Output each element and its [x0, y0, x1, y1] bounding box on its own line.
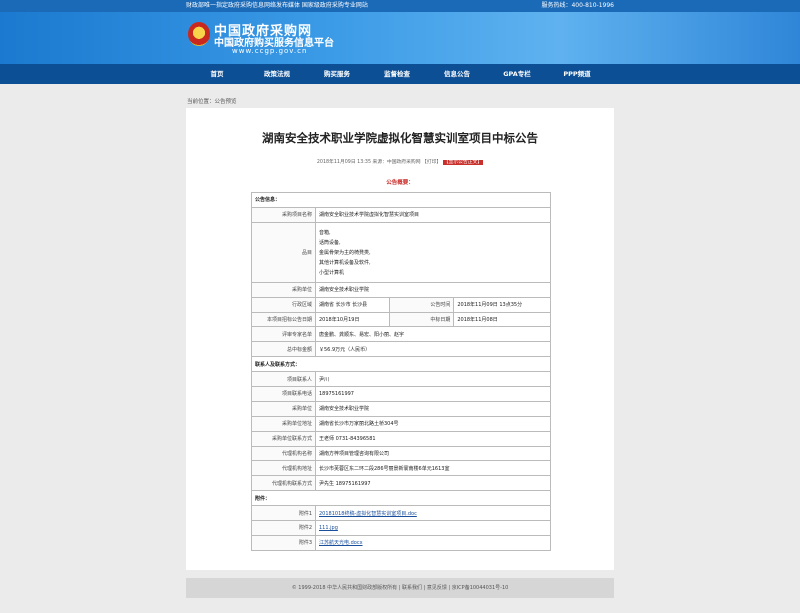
project-name-value: 湖南安全职业技术学院虚拟化智慧实训室项目 — [315, 206, 551, 223]
table-row: 采购项目名称 湖南安全职业技术学院虚拟化智慧实训室项目 — [251, 206, 551, 223]
field-label: 代理机构名称 — [251, 445, 316, 462]
award-date-value: 2018年11月08日 — [453, 311, 551, 328]
attachment-link-3[interactable]: 江苏航天光电.docx — [319, 540, 363, 546]
list-item: 话筒设备, — [319, 239, 341, 246]
nav-home[interactable]: 首页 — [187, 64, 247, 84]
field-label: 品目 — [251, 221, 316, 283]
show-full-text-button[interactable]: 【显示公告正文】 — [442, 160, 484, 165]
buyer-value: 湖南安全技术职业学院 — [315, 281, 551, 298]
attachment-link-1[interactable]: 20181018终稿-虚拟化智慧实训室项目.doc — [319, 511, 417, 517]
section-contacts: 联系人及联系方式： — [251, 356, 551, 373]
agency-addr-value: 长沙市芙蓉区东二环二段286号丽景新寰南楼6单元1613室 — [315, 460, 551, 477]
notice-meta: 2018年11月09日 13:35 来源：中国政府采购网 【打印】 【显示公告正… — [186, 158, 614, 165]
main-nav: 首页 政策法规 购买服务 监督检查 信息公告 GPA专栏 PPP频道 — [0, 64, 800, 84]
nav-supervision[interactable]: 监督检查 — [367, 64, 427, 84]
field-label: 采购项目名称 — [251, 206, 316, 223]
bid-date-value: 2018年10月19日 — [314, 311, 391, 328]
field-label: 本项目招标公告日期 — [251, 311, 316, 328]
site-banner: 中国政府采购网 中国政府购买服务信息平台 www.ccgp.gov.cn — [0, 12, 800, 64]
attachment-link-2[interactable]: 111.jpg — [319, 525, 338, 531]
field-label: 评审专家名单 — [251, 326, 316, 343]
field-label: 中标日期 — [389, 311, 455, 328]
table-row: 行政区域 湖南省 长沙市 长沙县 公告时间 2018年11月09日 13点35分 — [251, 296, 551, 313]
field-label: 总中标金额 — [251, 341, 316, 358]
nav-policies[interactable]: 政策法规 — [247, 64, 307, 84]
list-item: 音箱, — [319, 229, 331, 236]
table-row: 公告信息： — [251, 192, 551, 208]
table-row: 评审专家名单 唐金鹏、龚顺东、易宏、阳小丽、赵宇 — [251, 326, 551, 343]
table-row: 代理机构名称 湖南方梓项目管理咨询有限公司 — [251, 445, 551, 462]
table-row: 附件1 20181018终稿-虚拟化智慧实训室项目.doc — [251, 505, 551, 522]
field-label: 附件3 — [251, 534, 316, 551]
page-footer: © 1999-2018 中华人民共和国财政部版权所有 | 联系我们 | 意见反馈… — [186, 578, 614, 598]
buyer-addr-value: 湖南省长沙市万家丽北路土桥304号 — [315, 415, 551, 432]
table-row: 采购单位 湖南安全技术职业学院 — [251, 400, 551, 417]
list-item: 其他计算机设备及软件, — [319, 259, 371, 266]
table-row: 本项目招标公告日期 2018年10月19日 中标日期 2018年11月08日 — [251, 311, 551, 328]
table-row: 代理机构地址 长沙市芙蓉区东二环二段286号丽景新寰南楼6单元1613室 — [251, 460, 551, 477]
national-emblem-icon — [188, 22, 210, 46]
nav-gpa[interactable]: GPA专栏 — [487, 64, 547, 84]
table-row: 总中标金额 ￥56.9万元（人民币） — [251, 341, 551, 358]
list-item: 小型计算机 — [319, 269, 345, 276]
top-bar: 财政部唯一指定政府采购信息网络发布媒体 国家级政府采购专业网站 服务热线：400… — [0, 0, 800, 12]
nav-ppp[interactable]: PPP频道 — [547, 64, 607, 84]
experts-value: 唐金鹏、龚顺东、易宏、阳小丽、赵宇 — [315, 326, 551, 343]
breadcrumb: 当前位置：公告预览 — [187, 99, 237, 105]
table-row: 采购单位联系方式 王老师 0731-84396581 — [251, 430, 551, 447]
table-row: 品目 音箱, 话筒设备, 金属骨架为主的椅凳类, 其他计算机设备及软件, 小型计… — [251, 221, 551, 283]
field-label: 采购单位联系方式 — [251, 430, 316, 447]
field-label: 采购单位 — [251, 400, 316, 417]
field-label: 公告时间 — [389, 296, 455, 313]
section-announcement: 公告信息： — [251, 192, 551, 208]
contact-phone-value: 18975161997 — [315, 386, 551, 402]
field-label: 项目联系电话 — [251, 386, 316, 402]
service-hotline: 服务热线：400-810-1996 — [541, 2, 614, 9]
publish-time-value: 2018年11月09日 13点35分 — [453, 296, 551, 313]
table-row: 项目联系人 尹川 — [251, 371, 551, 388]
amount-value: ￥56.9万元（人民币） — [315, 341, 551, 358]
page-title: 湖南安全技术职业学院虚拟化智慧实训室项目中标公告 — [262, 131, 538, 145]
buyer2-value: 湖南安全技术职业学院 — [315, 400, 551, 417]
field-label: 代理机构地址 — [251, 460, 316, 477]
nav-announcements[interactable]: 信息公告 — [427, 64, 487, 84]
notice-meta-text: 2018年11月09日 13:35 来源：中国政府采购网 【打印】 — [316, 160, 442, 165]
table-row: 附件3 江苏航天光电.docx — [251, 534, 551, 551]
field-label: 项目联系人 — [251, 371, 316, 388]
table-row: 附件2 111.jpg — [251, 520, 551, 536]
field-label: 附件2 — [251, 520, 316, 536]
site-url: www.ccgp.gov.cn — [232, 47, 308, 55]
table-row: 附件： — [251, 490, 551, 507]
table-row: 代理机构联系方式 尹先生 18975161997 — [251, 475, 551, 492]
section-attachments: 附件： — [251, 490, 551, 507]
buyer-contact-value: 王老师 0731-84396581 — [315, 430, 551, 447]
table-row: 采购单位地址 湖南省长沙市万家丽北路土桥304号 — [251, 415, 551, 432]
overview-label: 公告概要： — [386, 180, 414, 186]
field-label: 采购单位地址 — [251, 415, 316, 432]
table-row: 项目联系电话 18975161997 — [251, 386, 551, 402]
contact-value: 尹川 — [315, 371, 551, 388]
agency-contact-value: 尹先生 18975161997 — [315, 475, 551, 492]
field-label: 代理机构联系方式 — [251, 475, 316, 492]
table-row: 联系人及联系方式： — [251, 356, 551, 373]
items-value: 音箱, 话筒设备, 金属骨架为主的椅凳类, 其他计算机设备及软件, 小型计算机 — [315, 221, 551, 283]
agency-value: 湖南方梓项目管理咨询有限公司 — [315, 445, 551, 462]
top-bar-slogan: 财政部唯一指定政府采购信息网络发布媒体 国家级政府采购专业网站 — [186, 2, 368, 9]
field-label: 采购单位 — [251, 281, 316, 298]
nav-services[interactable]: 购买服务 — [307, 64, 367, 84]
region-value: 湖南省 长沙市 长沙县 — [314, 296, 391, 313]
field-label: 行政区域 — [251, 296, 316, 313]
table-row: 采购单位 湖南安全技术职业学院 — [251, 281, 551, 298]
list-item: 金属骨架为主的椅凳类, — [319, 249, 371, 256]
notice-info-table: 公告信息： 采购项目名称 湖南安全职业技术学院虚拟化智慧实训室项目 品目 音箱,… — [251, 192, 551, 551]
field-label: 附件1 — [251, 505, 316, 522]
notice-card: 湖南安全技术职业学院虚拟化智慧实训室项目中标公告 2018年11月09日 13:… — [186, 108, 614, 570]
